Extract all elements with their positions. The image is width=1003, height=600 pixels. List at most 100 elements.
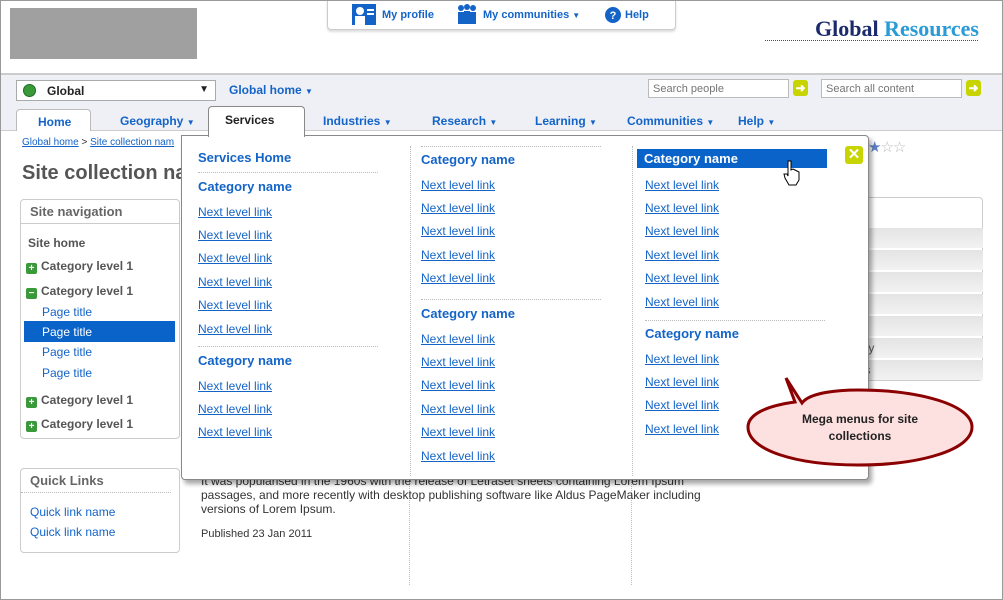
breadcrumb-global-home[interactable]: Global home [22,137,79,148]
menu-link[interactable]: Next level link [198,275,272,289]
star-empty-icon: ☆ [880,139,893,156]
menu-category-heading[interactable]: Category name [645,326,739,341]
nav-category[interactable]: + Category level 1 [26,259,133,274]
globe-icon [23,84,36,97]
chevron-down-icon: ▼ [383,118,392,127]
dropdown-caret-icon: ▼ [199,84,209,95]
logo-placeholder [10,8,197,59]
chevron-down-icon: ▼ [767,118,776,127]
menu-link[interactable]: Next level link [421,332,495,346]
article-body: It was popularised in the 1960s with the… [201,474,731,541]
my-communities-link[interactable]: My communities ▼ [483,9,580,21]
menu-category-heading[interactable]: Category name [421,306,515,321]
expand-icon[interactable]: + [26,397,37,408]
menu-link[interactable]: Next level link [198,228,272,242]
menu-link[interactable]: Next level link [421,178,495,192]
nav-category[interactable]: + Category level 1 [26,417,133,432]
brand-title: Global Resources [815,16,979,41]
menu-link[interactable]: Next level link [421,355,495,369]
nav-page[interactable]: Page title [42,345,92,359]
menu-link[interactable]: Next level link [198,402,272,416]
brand-divider [765,40,978,41]
menu-link[interactable]: Next level link [421,378,495,392]
search-content-go-button[interactable]: ➜ [966,80,981,96]
site-home-link[interactable]: Site home [28,236,85,250]
menu-link[interactable]: Next level link [645,248,719,262]
menu-column-divider [632,146,633,476]
tab-industries[interactable]: Industries ▼ [323,114,392,128]
menu-link[interactable]: Next level link [645,224,719,238]
quick-link[interactable]: Quick link name [30,505,115,519]
search-people-go-button[interactable]: ➜ [793,80,808,96]
page-title: Site collection na [22,162,187,184]
menu-category-heading[interactable]: Category name [198,353,292,368]
menu-link[interactable]: Next level link [421,248,495,262]
menu-link[interactable]: Next level link [645,375,719,389]
menu-divider [198,172,378,173]
global-home-link[interactable]: Global home ▼ [229,83,313,97]
nav-page-selected[interactable]: Page title [24,321,175,342]
chevron-down-icon: ▼ [186,118,195,127]
help-link[interactable]: Help [625,9,649,21]
nav-category-expanded[interactable]: − Category level 1 [26,284,133,299]
breadcrumb-site-collection[interactable]: Site collection nam [90,137,174,148]
menu-divider [645,320,825,321]
quick-links: Quick Links Quick link name Quick link n… [20,468,180,553]
tab-help[interactable]: Help ▼ [738,114,775,128]
services-home-link[interactable]: Services Home [198,150,291,165]
menu-link[interactable]: Next level link [421,449,495,463]
menu-divider [421,299,601,300]
tab-services[interactable]: Services [208,106,305,137]
breadcrumb: Global home > Site collection nam [22,137,175,148]
my-profile-link[interactable]: My profile [382,9,434,21]
chevron-down-icon: ▼ [305,87,313,96]
menu-category-heading[interactable]: Category name [198,179,292,194]
menu-link[interactable]: Next level link [645,398,719,412]
tab-geography[interactable]: Geography ▼ [120,114,195,128]
star-empty-icon: ☆ [892,139,906,156]
collapse-icon[interactable]: − [26,288,37,299]
menu-link[interactable]: Next level link [645,422,719,436]
callout-text: Mega menus for site collections [801,412,919,443]
nav-page[interactable]: Page title [42,305,92,319]
hand-cursor-icon [783,160,800,186]
close-menu-button[interactable]: ✕ [845,146,863,164]
menu-link[interactable]: Next level link [421,271,495,285]
menu-link[interactable]: Next level link [421,402,495,416]
rating-stars[interactable]: ★☆☆ [868,138,906,156]
menu-link[interactable]: Next level link [198,298,272,312]
menu-category-heading[interactable]: Category name [421,152,515,167]
search-people-input[interactable] [648,79,789,98]
menu-link[interactable]: Next level link [645,271,719,285]
menu-link[interactable]: Next level link [645,295,719,309]
menu-link[interactable]: Next level link [198,379,272,393]
menu-link[interactable]: Next level link [421,425,495,439]
menu-link[interactable]: Next level link [421,224,495,238]
tab-learning[interactable]: Learning ▼ [535,114,597,128]
quick-link[interactable]: Quick link name [30,525,115,539]
menu-divider [421,146,601,147]
site-navigation: Site navigation Site home + Category leve… [20,199,180,439]
communities-icon [458,4,476,24]
menu-link[interactable]: Next level link [645,201,719,215]
menu-link[interactable]: Next level link [198,425,272,439]
menu-link[interactable]: Next level link [198,251,272,265]
search-content-input[interactable] [821,79,962,98]
nav-page[interactable]: Page title [42,366,92,380]
expand-icon[interactable]: + [26,263,37,274]
menu-link[interactable]: Next level link [645,178,719,192]
menu-link[interactable]: Next level link [645,352,719,366]
utility-bar: My profile My communities ▼ ? Help [327,0,676,30]
chevron-down-icon: ▼ [572,11,581,20]
chevron-down-icon: ▼ [489,118,498,127]
site-selector[interactable]: Global ▼ [16,80,216,101]
tab-research[interactable]: Research ▼ [432,114,497,128]
menu-link[interactable]: Next level link [421,201,495,215]
tab-communities[interactable]: Communities ▼ [627,114,714,128]
expand-icon[interactable]: + [26,421,37,432]
chevron-down-icon: ▼ [589,118,597,127]
menu-link[interactable]: Next level link [198,205,272,219]
tab-home[interactable]: Home [16,109,91,131]
menu-link[interactable]: Next level link [198,322,272,336]
nav-category[interactable]: + Category level 1 [26,393,133,408]
